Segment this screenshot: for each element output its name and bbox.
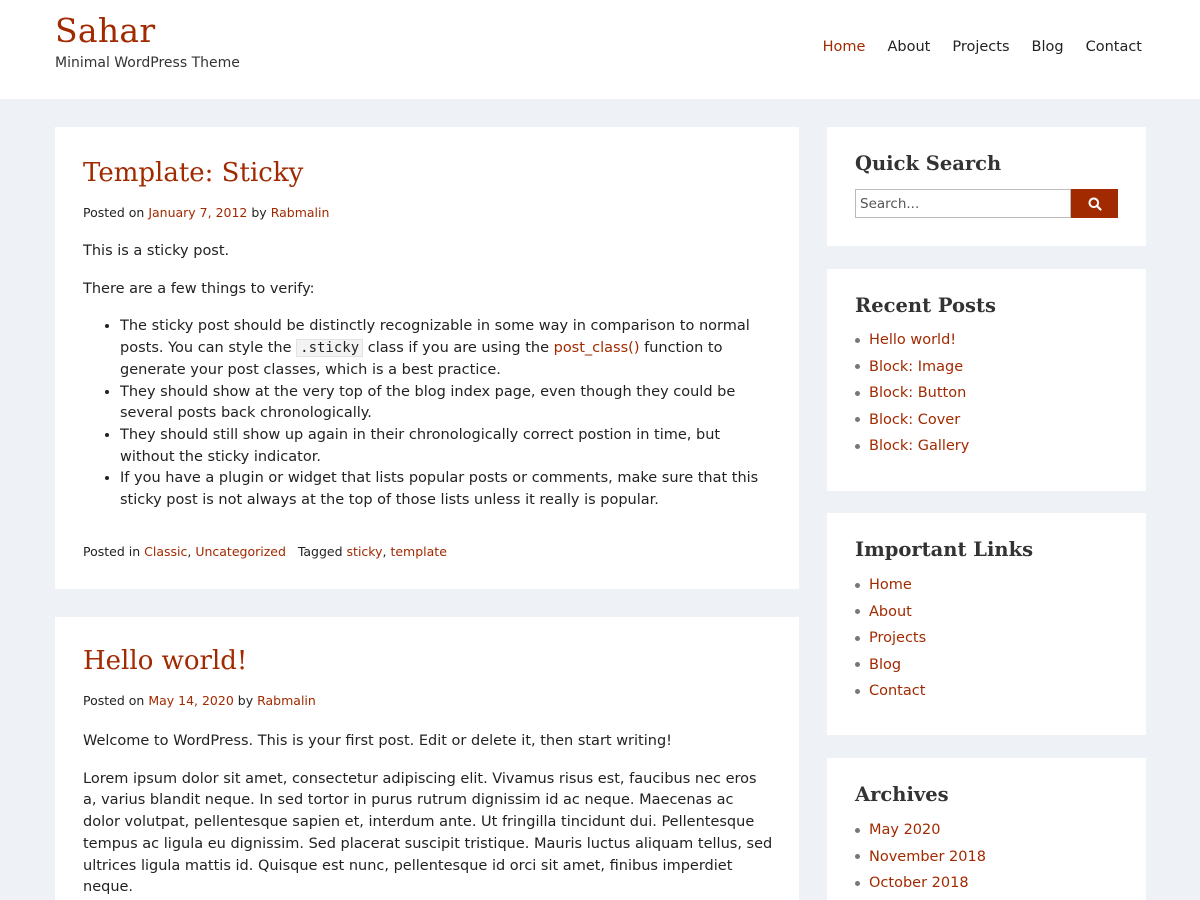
post-card-hello-world: Hello world! Posted on May 14, 2020 by R… [55,617,799,900]
post-title[interactable]: Hello world! [83,646,247,676]
bullet-icon [855,662,860,668]
widget-quick-search: Quick Search [827,127,1146,246]
list-item: Block: Button [855,380,969,407]
bullet-icon [855,417,860,423]
post-author-link[interactable]: Rabmalin [257,693,316,708]
post-class-link[interactable]: post_class() [554,340,640,356]
widget-title: Important Links [855,538,1034,561]
bullet-icon [855,364,860,370]
search-form [855,189,1118,218]
posted-on-label: Posted on [83,693,145,708]
bullet-icon [855,390,860,396]
list-item: October 2018 [855,870,986,897]
link-about[interactable]: About [869,599,912,626]
recent-post-link[interactable]: Hello world! [869,327,956,354]
widget-title: Archives [855,783,949,806]
nav-item-projects[interactable]: Projects [952,39,1009,55]
bullet-list: The sticky post should be distinctly rec… [120,316,773,511]
archive-link[interactable]: October 2018 [869,870,969,897]
post-footer-meta: Posted in Classic, Uncategorized Tagged … [83,544,447,559]
by-label: by [237,693,254,708]
list-item: Projects [855,625,926,652]
nav-item-contact[interactable]: Contact [1086,39,1142,55]
paragraph: Welcome to WordPress. This is your first… [83,733,672,749]
post-meta: Posted on May 14, 2020 by Rabmalin [83,693,316,708]
link-contact[interactable]: Contact [869,678,925,705]
link-blog[interactable]: Blog [869,652,901,679]
post-author-link[interactable]: Rabmalin [271,205,330,220]
site-title[interactable]: Sahar [55,11,155,50]
search-input[interactable] [855,189,1071,218]
bullet-icon [855,609,860,615]
recent-post-link[interactable]: Block: Button [869,380,966,407]
by-label: by [251,205,267,220]
recent-post-link[interactable]: Block: Cover [869,407,960,434]
posted-in-label: Posted in [83,544,141,559]
nav-item-home[interactable]: Home [823,39,866,55]
widget-recent-posts: Recent Posts Hello world! Block: Image B… [827,269,1146,491]
post-date-link[interactable]: May 14, 2020 [148,693,233,708]
tagged-label: Tagged [297,544,343,559]
bullet-icon [855,337,860,343]
list-item: Block: Gallery [855,433,969,460]
bullet-icon [855,854,860,860]
list-item: If you have a plugin or widget that list… [120,468,773,511]
main-nav: Home About Projects Blog Contact [823,39,1142,55]
list-item: Blog [855,652,926,679]
archive-link[interactable]: May 2020 [869,817,941,844]
list-item: November 2018 [855,844,986,871]
bullet-icon [855,880,860,886]
site-tagline: Minimal WordPress Theme [55,55,240,71]
list-item: May 2020 [855,817,986,844]
widget-title: Quick Search [855,152,1002,175]
list-item: Block: Cover [855,407,969,434]
post-card-sticky: Template: Sticky Posted on January 7, 20… [55,127,799,589]
posted-on-label: Posted on [83,205,145,220]
nav-item-blog[interactable]: Blog [1032,39,1064,55]
post-title[interactable]: Template: Sticky [83,158,303,188]
list-item: They should still show up again in their… [120,425,773,468]
category-link[interactable]: Classic [144,544,187,559]
list-item: The sticky post should be distinctly rec… [120,316,773,381]
archive-link[interactable]: November 2018 [869,844,986,871]
post-date-link[interactable]: January 7, 2012 [148,205,247,220]
search-button[interactable] [1071,189,1118,218]
paragraph: Lorem ipsum dolor sit amet, consectetur … [83,770,773,896]
tag-link[interactable]: template [390,544,446,559]
list-item: They should show at the very top of the … [120,382,773,425]
bullet-icon [855,827,860,833]
recent-posts-list: Hello world! Block: Image Block: Button … [855,327,969,460]
link-projects[interactable]: Projects [869,625,926,652]
widget-archives: Archives May 2020 November 2018 October … [827,758,1146,900]
search-icon [1088,197,1102,211]
important-links-list: Home About Projects Blog Contact [855,572,926,705]
list-item: Hello world! [855,327,969,354]
post-meta: Posted on January 7, 2012 by Rabmalin [83,205,329,220]
list-item: Home [855,572,926,599]
archives-list: May 2020 November 2018 October 2018 [855,817,986,897]
widget-important-links: Important Links Home About Projects Blog… [827,513,1146,735]
nav-item-about[interactable]: About [887,39,930,55]
link-home[interactable]: Home [869,572,912,599]
list-item: About [855,599,926,626]
widget-title: Recent Posts [855,294,996,317]
bullet-icon [855,688,860,694]
code-snippet: .sticky [296,339,364,358]
bullet-icon [855,582,860,588]
bullet-icon [855,443,860,449]
post-content: This is a sticky post. There are a few t… [83,241,773,512]
paragraph: This is a sticky post. [83,243,230,259]
category-link[interactable]: Uncategorized [195,544,286,559]
recent-post-link[interactable]: Block: Image [869,354,963,381]
recent-post-link[interactable]: Block: Gallery [869,433,969,460]
list-item: Contact [855,678,926,705]
paragraph: There are a few things to verify: [83,280,315,297]
list-item: Block: Image [855,354,969,381]
bullet-icon [855,635,860,641]
post-content: Welcome to WordPress. This is your first… [83,731,773,900]
site-header: Sahar Minimal WordPress Theme Home About… [0,0,1200,99]
tag-link[interactable]: sticky [347,544,383,559]
